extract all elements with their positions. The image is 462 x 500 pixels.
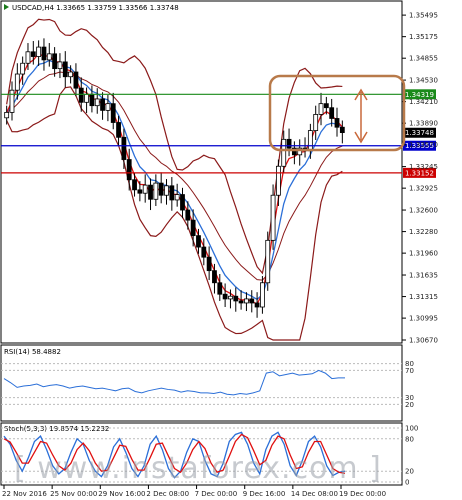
stoch-tick-label: 80 — [405, 435, 414, 443]
candle-body — [110, 103, 116, 123]
candle-body — [158, 182, 164, 196]
price-tick-label: 1.30670 — [409, 337, 438, 345]
price-tick-label: 1.33245 — [409, 163, 438, 171]
price-tick-label: 1.34210 — [409, 98, 438, 106]
candle-body — [73, 71, 79, 89]
price-tick-label: 1.34855 — [409, 55, 438, 63]
candle-body — [217, 282, 223, 295]
candle-body — [254, 302, 260, 308]
time-tick-label: 22 Nov 2016 — [2, 490, 47, 498]
stoch-tick-label: 100 — [405, 425, 418, 433]
time-tick-label: 19 Dec 00:00 — [339, 490, 386, 498]
price-tick-label: 1.33570 — [409, 141, 438, 149]
price-tick-label: 1.33890 — [409, 120, 438, 128]
level-label: 1.33748 — [405, 129, 434, 137]
time-tick-label: 14 Dec 08:00 — [291, 490, 338, 498]
candle-body — [190, 219, 196, 237]
candle-body — [116, 122, 121, 138]
candle-body — [46, 53, 52, 61]
candle-body — [275, 165, 281, 196]
candle-body — [78, 87, 84, 103]
candle-body — [313, 114, 319, 131]
usdcad-h4-chart: 1.343191.337481.335551.33152 1.354951.35… — [0, 0, 462, 500]
price-tick-label: 1.32280 — [409, 228, 438, 236]
time-tick-label: 7 Dec 00:00 — [195, 490, 238, 498]
candle-body — [121, 136, 127, 160]
candle-body — [9, 89, 15, 113]
time-tick-label: 9 Dec 16:00 — [243, 490, 286, 498]
candle-body — [222, 293, 228, 300]
price-tick-label: 1.32600 — [409, 207, 438, 215]
candle-body — [270, 194, 276, 241]
candle-body — [14, 73, 20, 91]
candle-body — [25, 51, 31, 64]
candle-body — [318, 103, 324, 115]
candle-body — [4, 112, 10, 119]
candle-body — [228, 295, 233, 300]
candle-body — [89, 93, 95, 107]
candle-body — [329, 107, 335, 119]
time-tick-label: 29 Nov 16:00 — [98, 490, 145, 498]
candle-body — [174, 194, 180, 201]
candle-body — [212, 270, 217, 284]
candle-body — [180, 194, 185, 211]
price-tick-label: 1.31315 — [409, 293, 438, 301]
rsi-label: RSI(14) 58.4882 — [4, 348, 61, 356]
candle-body — [62, 61, 68, 78]
candle-body — [249, 298, 255, 304]
candle-body — [169, 185, 175, 201]
candle-body — [286, 138, 292, 149]
candle-body — [281, 138, 287, 167]
candle-body — [307, 130, 313, 152]
candle-body — [52, 53, 58, 70]
rsi-tick-label: 20 — [405, 401, 414, 409]
candle-body — [94, 98, 100, 107]
candle-body — [196, 235, 201, 248]
price-tick-label: 1.34530 — [409, 77, 438, 85]
candle-body — [126, 159, 132, 181]
rsi-tick-label: 70 — [405, 367, 414, 375]
candle-body — [260, 282, 265, 308]
price-tick-label: 1.30995 — [409, 315, 438, 323]
candle-body — [265, 239, 271, 284]
stoch-tick-label: 20 — [405, 468, 414, 476]
watermark: [ www.instaforex.com ] — [14, 451, 382, 486]
candle-body — [201, 246, 207, 258]
candle-body — [20, 62, 26, 75]
chart-header: USDCAD,H4 1.33665 1.33759 1.33566 1.3374… — [12, 4, 179, 12]
candle-body — [100, 98, 105, 111]
candle-body — [185, 209, 191, 221]
candle-body — [238, 300, 244, 304]
price-tick-label: 1.35495 — [409, 12, 438, 20]
price-tick-label: 1.32925 — [409, 185, 438, 193]
candle-body — [164, 185, 169, 196]
candle-body — [233, 295, 239, 302]
candle-body — [153, 182, 159, 200]
candle-body — [206, 256, 212, 272]
price-tick-label: 1.31635 — [409, 272, 438, 280]
candle-body — [323, 103, 329, 109]
candle-body — [36, 46, 42, 57]
price-tick-label: 1.35175 — [409, 33, 438, 41]
candle-body — [137, 189, 143, 194]
stoch-label: Stoch(5,3,3) 19.8574 15.2232 — [4, 425, 109, 433]
price-tick-label: 1.31960 — [409, 250, 438, 258]
candle-body — [339, 126, 345, 134]
candle-body — [148, 184, 153, 200]
candle-body — [41, 46, 47, 61]
candle-body — [68, 71, 74, 78]
stoch-tick-label: 0 — [405, 479, 409, 487]
candle-body — [30, 51, 36, 57]
candle-body — [57, 61, 63, 70]
time-tick-label: 25 Nov 00:00 — [50, 490, 97, 498]
candle-body — [105, 103, 111, 111]
candle-body — [84, 93, 89, 103]
candle-body — [132, 179, 137, 191]
candle-body — [244, 298, 249, 304]
candle-body — [142, 184, 148, 194]
candle-body — [334, 118, 340, 128]
time-tick-label: 2 Dec 08:00 — [146, 490, 189, 498]
